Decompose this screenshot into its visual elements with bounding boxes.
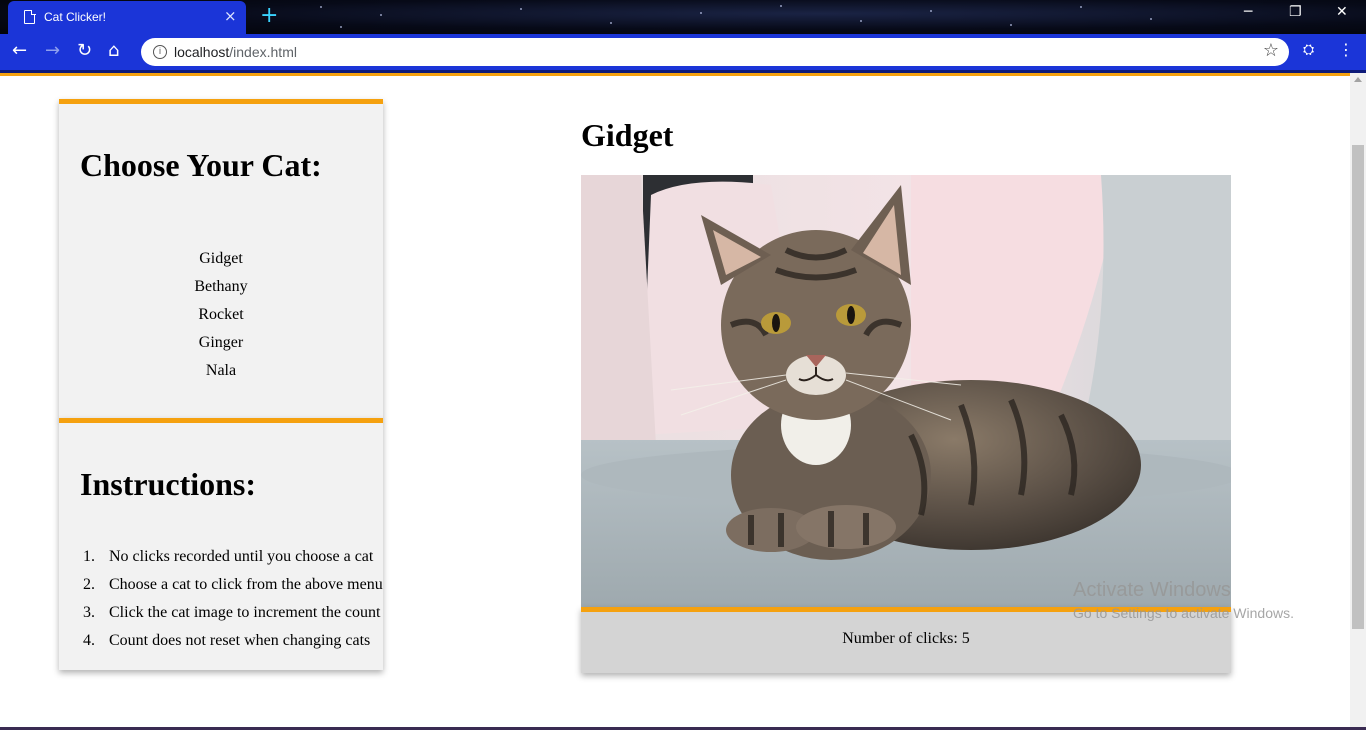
extension-icon[interactable]: ⛭	[1303, 42, 1314, 58]
windows-activation-watermark: Activate Windows Go to Settings to activ…	[1073, 579, 1294, 621]
cat-list: Gidget Bethany Rocket Ginger Nala	[59, 245, 383, 385]
instruction-text: Count does not reset when changing cats	[109, 632, 371, 649]
close-window-icon[interactable]: ✕	[1336, 4, 1348, 20]
home-icon[interactable]: ⌂	[108, 40, 119, 61]
address-bar[interactable]: i localhost/index.html ☆	[141, 38, 1289, 66]
instruction-text: Choose a cat to click from the above men…	[109, 576, 383, 593]
url-path: /index.html	[229, 44, 297, 60]
click-count-label: Number of clicks:	[842, 630, 958, 647]
browser-titlebar: Cat Clicker! × + ─ ❐ ✕	[0, 0, 1366, 34]
watermark-title: Activate Windows	[1073, 579, 1231, 601]
tab-close-icon[interactable]: ×	[224, 7, 237, 25]
cat-menu-title: Choose Your Cat:	[80, 147, 322, 183]
site-info-icon[interactable]: i	[153, 45, 167, 59]
cat-list-item-ginger[interactable]: Ginger	[59, 329, 383, 357]
instruction-number: 4.	[83, 632, 95, 649]
restore-icon[interactable]: ❐	[1289, 4, 1302, 20]
instruction-text: No clicks recorded until you choose a ca…	[109, 548, 374, 565]
instruction-number: 2.	[83, 576, 95, 593]
forward-icon[interactable]: →	[45, 40, 60, 61]
cat-list-item-gidget[interactable]: Gidget	[59, 245, 383, 273]
instruction-item: 1. No clicks recorded until you choose a…	[83, 543, 383, 571]
browser-menu-icon[interactable]: ⋮	[1338, 40, 1354, 59]
click-counter: Number of clicks: 5	[581, 630, 1231, 648]
minimize-icon[interactable]: ─	[1244, 4, 1252, 20]
bookmark-star-icon[interactable]: ☆	[1263, 40, 1279, 61]
page-accent-bar	[0, 73, 1350, 76]
url-text[interactable]: localhost/index.html	[174, 44, 297, 60]
instructions-list: 1. No clicks recorded until you choose a…	[83, 543, 383, 655]
page-viewport: Choose Your Cat: Gidget Bethany Rocket G…	[0, 73, 1350, 730]
page-favicon-icon	[24, 9, 36, 24]
instruction-item: 2. Choose a cat to click from the above …	[83, 571, 383, 599]
scrollbar-thumb[interactable]	[1352, 145, 1364, 629]
cat-photo[interactable]	[581, 175, 1231, 608]
instructions-panel: Instructions: 1. No clicks recorded unti…	[59, 418, 383, 670]
instruction-item: 3. Click the cat image to increment the …	[83, 599, 383, 627]
reload-icon[interactable]: ↻	[77, 40, 92, 61]
instructions-title: Instructions:	[80, 466, 257, 502]
cat-list-item-bethany[interactable]: Bethany	[59, 273, 383, 301]
url-host: localhost	[174, 44, 230, 60]
new-tab-icon[interactable]: +	[260, 3, 278, 28]
instruction-number: 3.	[83, 604, 95, 621]
click-count-value: 5	[961, 630, 970, 647]
cat-list-item-rocket[interactable]: Rocket	[59, 301, 383, 329]
instruction-number: 1.	[83, 548, 95, 565]
cat-list-item-nala[interactable]: Nala	[59, 357, 383, 385]
selected-cat-name: Gidget	[581, 117, 674, 153]
cat-menu-panel: Choose Your Cat: Gidget Bethany Rocket G…	[59, 99, 383, 419]
scroll-up-icon[interactable]	[1354, 77, 1362, 82]
page-scrollbar[interactable]	[1350, 73, 1366, 730]
instruction-text: Click the cat image to increment the cou…	[109, 604, 381, 621]
tab-title: Cat Clicker!	[44, 10, 107, 24]
watermark-subtitle: Go to Settings to activate Windows.	[1073, 605, 1294, 621]
instruction-item: 4. Count does not reset when changing ca…	[83, 627, 383, 655]
back-icon[interactable]: ←	[12, 40, 27, 61]
browser-tab-active[interactable]: Cat Clicker! ×	[8, 1, 246, 34]
